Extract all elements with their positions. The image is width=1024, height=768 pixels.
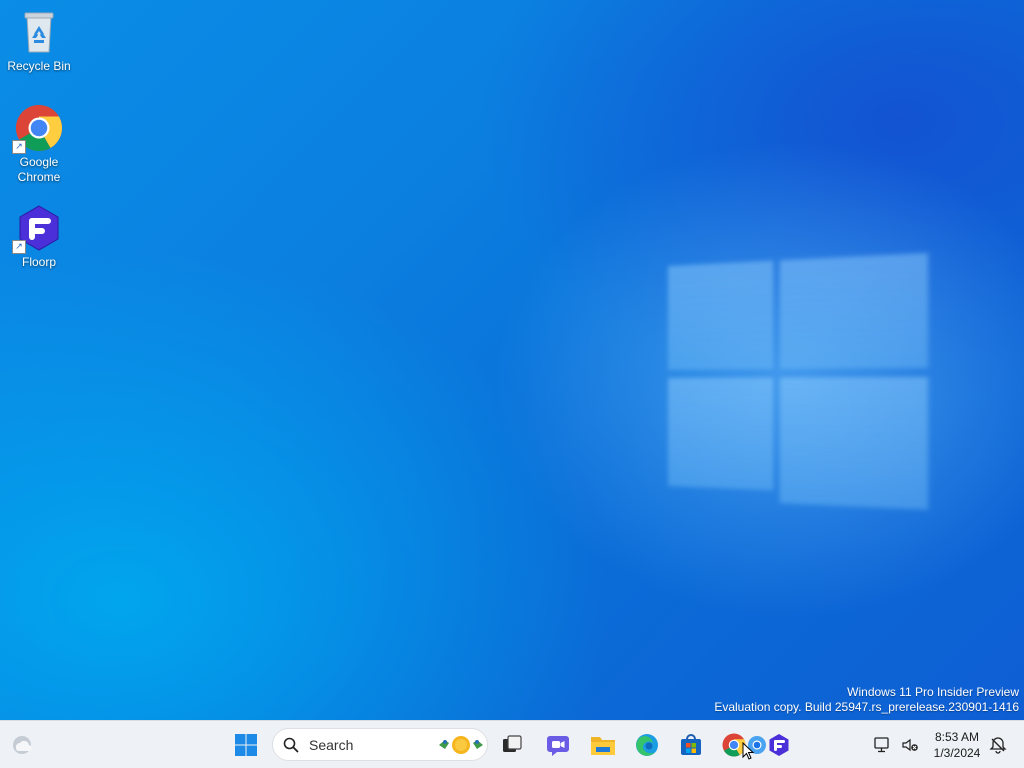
file-explorer-button[interactable] (587, 729, 619, 761)
network-tray-button[interactable] (868, 729, 896, 761)
desktop-icon-floorp[interactable]: ↗ Floorp (1, 204, 77, 270)
widgets-weather-icon (13, 736, 32, 754)
desktop-background[interactable]: Recycle Bin ↗ Google Chrome ↗ Floorp Win… (0, 0, 1024, 720)
clock-date: 1/3/2024 (933, 746, 981, 760)
chrome-icon: ↗ (12, 104, 63, 154)
taskbar-search-box[interactable]: Search (272, 728, 488, 761)
notifications-button[interactable] (984, 729, 1012, 761)
desktop-icon-label: Floorp (21, 255, 56, 269)
mouse-cursor-icon (742, 742, 754, 760)
volume-tray-button[interactable] (896, 729, 924, 761)
evaluation-watermark: Windows 11 Pro Insider Preview Evaluatio… (714, 685, 1019, 715)
widgets-button[interactable] (6, 729, 38, 761)
shortcut-arrow-icon: ↗ (12, 140, 26, 154)
search-icon (283, 737, 299, 753)
clock-time: 8:53 AM (934, 730, 980, 744)
floorp-icon (769, 734, 789, 756)
clock[interactable]: 8:53 AM 1/3/2024 (926, 729, 988, 761)
edge-icon (636, 734, 658, 756)
recycle-bin-icon (15, 8, 63, 56)
volume-muted-icon (902, 738, 918, 752)
network-icon (874, 737, 889, 753)
chat-button[interactable] (542, 729, 574, 761)
watermark-line-1: Windows 11 Pro Insider Preview (847, 685, 1019, 699)
desktop-icon-google-chrome[interactable]: ↗ Google Chrome (1, 104, 77, 185)
search-placeholder: Search (309, 737, 354, 753)
shortcut-arrow-icon: ↗ (12, 240, 26, 254)
store-button[interactable] (675, 729, 707, 761)
meet-chat-icon (547, 736, 569, 756)
watermark-line-2: Evaluation copy. Build 25947.rs_prerelea… (714, 700, 1019, 714)
notification-bell-icon (989, 737, 1007, 754)
search-highlight-icon (439, 736, 483, 754)
task-view-icon (503, 735, 522, 752)
desktop-icon-recycle-bin[interactable]: Recycle Bin (1, 8, 77, 74)
task-view-button[interactable] (496, 729, 528, 761)
edge-button[interactable] (631, 729, 663, 761)
start-button[interactable] (230, 729, 262, 761)
windows-wallpaper-logo (668, 252, 929, 523)
desktop-icon-label: Google Chrome (17, 155, 61, 184)
taskbar: Search 8:53 AM 1/3/2024 (0, 720, 1024, 768)
floorp-icon: ↗ (12, 204, 63, 254)
microsoft-store-icon (681, 734, 701, 755)
start-windows-icon (235, 734, 257, 756)
desktop-icon-label: Recycle Bin (7, 59, 71, 73)
file-explorer-icon (591, 737, 615, 755)
floorp-taskbar-button[interactable] (763, 729, 795, 761)
